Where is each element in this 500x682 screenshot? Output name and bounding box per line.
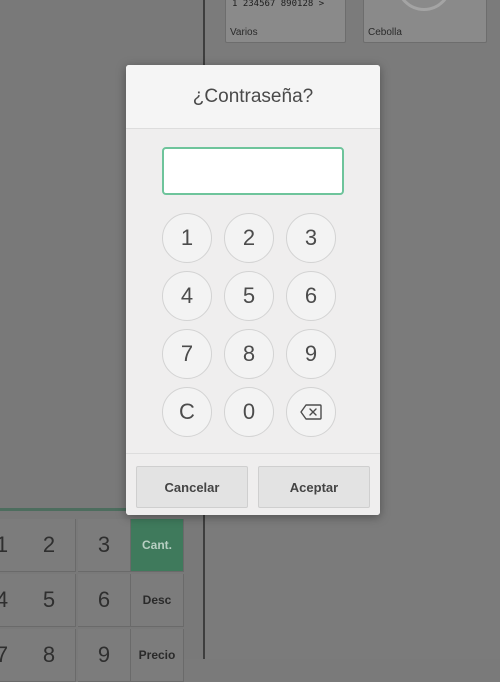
product-name: Cebolla xyxy=(368,27,402,38)
dialog-header: ¿Contraseña? xyxy=(126,65,380,129)
key-6[interactable]: 6 xyxy=(286,271,336,321)
key-4[interactable]: 4 xyxy=(162,271,212,321)
key-7[interactable]: 7 xyxy=(162,329,212,379)
product-card-varios[interactable]: 1 234567 890128 > Varios xyxy=(225,0,346,43)
numpad-key-6[interactable]: 6 xyxy=(78,574,131,627)
key-9[interactable]: 9 xyxy=(286,329,336,379)
dialog-title: ¿Contraseña? xyxy=(192,85,314,107)
key-5[interactable]: 5 xyxy=(224,271,274,321)
numpad-key-3[interactable]: 3 xyxy=(78,519,131,572)
numpad-mode-quantity[interactable]: Cant. xyxy=(131,519,184,572)
key-2[interactable]: 2 xyxy=(224,213,274,263)
key-0[interactable]: 0 xyxy=(224,387,274,437)
numpad-key-2[interactable]: 2 xyxy=(23,519,76,572)
numpad-key-9[interactable]: 9 xyxy=(78,629,131,682)
dialog-footer: Cancelar Aceptar xyxy=(126,453,380,515)
key-clear[interactable]: C xyxy=(162,387,212,437)
cancel-button[interactable]: Cancelar xyxy=(136,466,248,508)
password-input[interactable] xyxy=(162,147,344,195)
numpad-mode-price[interactable]: Precio xyxy=(131,629,184,682)
accept-button[interactable]: Aceptar xyxy=(258,466,370,508)
password-keypad: 1 2 3 4 5 6 7 8 9 C 0 xyxy=(162,213,336,437)
order-numpad: 1 2 3 Cant. 4 5 6 Desc 7 8 9 Precio xyxy=(0,511,203,682)
product-image xyxy=(396,0,452,11)
product-name: Varios xyxy=(230,27,258,38)
key-8[interactable]: 8 xyxy=(224,329,274,379)
key-3[interactable]: 3 xyxy=(286,213,336,263)
numpad-key-5[interactable]: 5 xyxy=(23,574,76,627)
backspace-icon xyxy=(300,404,322,420)
product-card-cebolla[interactable]: Cebolla xyxy=(363,0,487,43)
numpad-mode-discount[interactable]: Desc xyxy=(131,574,184,627)
key-backspace[interactable] xyxy=(286,387,336,437)
key-1[interactable]: 1 xyxy=(162,213,212,263)
product-barcode: 1 234567 890128 > xyxy=(232,0,325,9)
password-dialog: ¿Contraseña? 1 2 3 4 5 6 7 8 9 C 0 Cance… xyxy=(126,65,380,515)
numpad-key-8[interactable]: 8 xyxy=(23,629,76,682)
